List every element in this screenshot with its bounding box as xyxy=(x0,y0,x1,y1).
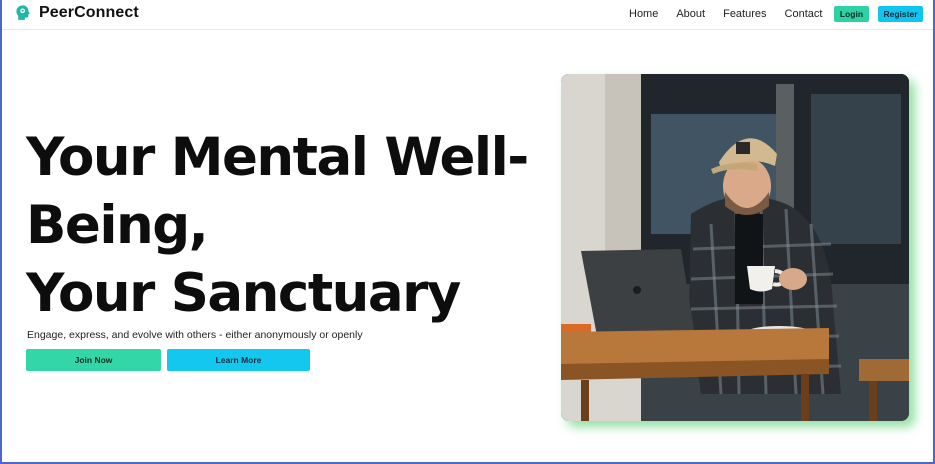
nav-home[interactable]: Home xyxy=(629,8,658,20)
brand-name: PeerConnect xyxy=(39,4,139,21)
hero-subtitle: Engage, express, and evolve with others … xyxy=(27,329,363,341)
learn-more-button[interactable]: Learn More xyxy=(167,349,310,371)
head-brain-icon xyxy=(16,5,30,20)
hero-photo-illustration xyxy=(561,74,909,421)
navbar: PeerConnect Home About Features Contact … xyxy=(2,0,933,30)
hero-photo xyxy=(561,74,909,421)
hero-title-line-1: Your Mental Well- xyxy=(26,127,529,188)
hero-title-line-3: Your Sanctuary xyxy=(26,263,461,324)
hero-title: Your Mental Well- Being, Your Sanctuary xyxy=(26,124,529,328)
brand[interactable]: PeerConnect xyxy=(14,4,139,22)
hero-title-line-2: Being, xyxy=(26,195,209,256)
nav-about[interactable]: About xyxy=(676,8,705,20)
join-now-button[interactable]: Join Now xyxy=(26,349,161,371)
nav-contact[interactable]: Contact xyxy=(785,8,823,20)
nav-features[interactable]: Features xyxy=(723,8,766,20)
register-button[interactable]: Register xyxy=(878,6,923,22)
login-button[interactable]: Login xyxy=(834,6,869,22)
main-nav: Home About Features Contact xyxy=(629,8,840,20)
